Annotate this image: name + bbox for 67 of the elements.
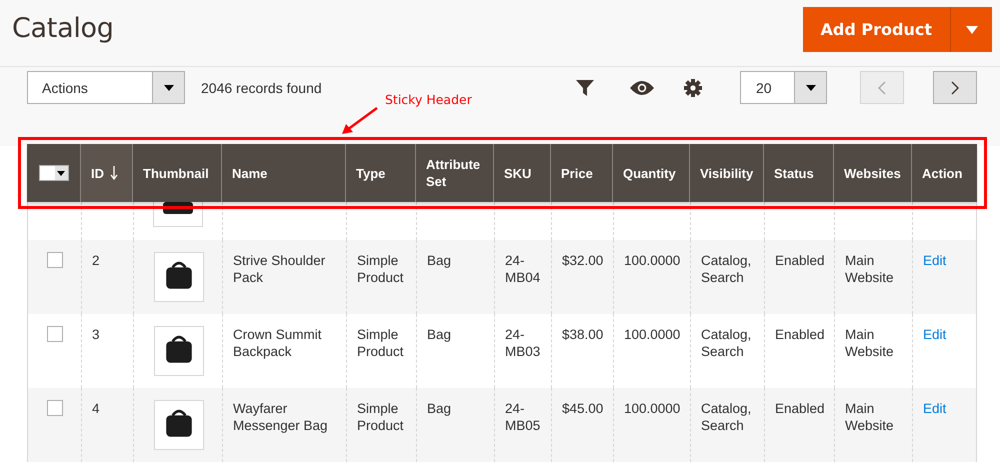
- table-cell: 2: [92, 253, 100, 268]
- column-header[interactable]: Quantity: [623, 164, 676, 182]
- chevron-right-icon: [951, 80, 959, 94]
- table-cell: Enabled: [775, 253, 825, 268]
- records-count: 2046 records found: [201, 80, 322, 96]
- caret-down-icon: [164, 84, 174, 90]
- table-cell: 24-MB03: [505, 327, 540, 359]
- caret-down-icon: [806, 84, 816, 90]
- edit-link[interactable]: Edit: [923, 253, 946, 268]
- actions-dropdown[interactable]: Actions: [27, 71, 185, 104]
- annotation-label: Sticky Header: [385, 92, 472, 107]
- table-cell: $38.00: [562, 327, 604, 342]
- chevron-left-icon: [878, 80, 886, 94]
- table-cell: Strive Shoulder Pack: [233, 253, 326, 285]
- table-cell: 100.0000: [624, 253, 680, 268]
- table-cell: Wayfarer Messenger Bag: [233, 401, 328, 433]
- column-header[interactable]: SKU: [504, 164, 532, 182]
- table-cell: Simple Product: [357, 327, 404, 359]
- table-cell: 4: [92, 401, 100, 416]
- column-header[interactable]: Attribute Set: [426, 156, 483, 190]
- column-header[interactable]: Type: [356, 164, 386, 182]
- column-header[interactable]: Price: [561, 164, 593, 182]
- column-header[interactable]: Name: [232, 164, 268, 182]
- row-checkbox[interactable]: [47, 400, 63, 416]
- column-header[interactable]: ID: [91, 164, 104, 182]
- table-cell: $45.00: [562, 401, 604, 416]
- per-page-dropdown[interactable]: 20: [740, 71, 827, 104]
- column-header[interactable]: Action: [922, 164, 962, 182]
- table-cell: 24-MB04: [505, 253, 540, 285]
- column-header[interactable]: Visibility: [700, 164, 754, 182]
- table-cell: Enabled: [775, 401, 825, 416]
- row-checkbox[interactable]: [47, 252, 63, 268]
- table-cell: Main Website: [845, 327, 894, 359]
- table-cell: Catalog, Search: [701, 327, 752, 359]
- table-cell: Enabled: [775, 327, 825, 342]
- table-cell: 100.0000: [624, 327, 680, 342]
- column-header[interactable]: Thumbnail: [143, 164, 209, 182]
- table-cell: Catalog, Search: [701, 253, 752, 285]
- annotation-arrow: [340, 106, 380, 136]
- row-checkbox[interactable]: [47, 326, 63, 342]
- table-cell: Crown Summit Backpack: [233, 327, 322, 359]
- table-cell: $32.00: [562, 253, 604, 268]
- table-cell: Bag: [427, 253, 452, 268]
- table-cell: Catalog, Search: [701, 401, 752, 433]
- settings-icon[interactable]: [684, 78, 702, 96]
- table-cell: Main Website: [845, 253, 894, 285]
- sort-down-arrow-icon: [110, 166, 118, 180]
- eye-icon[interactable]: [630, 80, 654, 94]
- edit-link[interactable]: Edit: [923, 327, 946, 342]
- table-cell: 24-MB05: [505, 401, 540, 433]
- table-cell: Bag: [427, 401, 452, 416]
- caret-down-icon: [966, 26, 978, 34]
- edit-link[interactable]: Edit: [923, 401, 946, 416]
- table-cell: 3: [92, 327, 100, 342]
- next-page-button[interactable]: [933, 71, 977, 104]
- table-cell: 100.0000: [624, 401, 680, 416]
- column-header[interactable]: Status: [774, 164, 814, 182]
- add-product-button[interactable]: Add Product: [802, 7, 950, 52]
- table-cell: Simple Product: [357, 401, 404, 433]
- column-header[interactable]: Websites: [844, 164, 901, 182]
- table-cell: Bag: [427, 327, 452, 342]
- caret-down-icon: [57, 170, 65, 176]
- table-cell: Main Website: [845, 401, 894, 433]
- filter-icon[interactable]: [576, 80, 594, 96]
- page-title: Catalog: [12, 13, 114, 44]
- table-cell: Simple Product: [357, 253, 404, 285]
- mass-select-dropdown[interactable]: [38, 165, 68, 181]
